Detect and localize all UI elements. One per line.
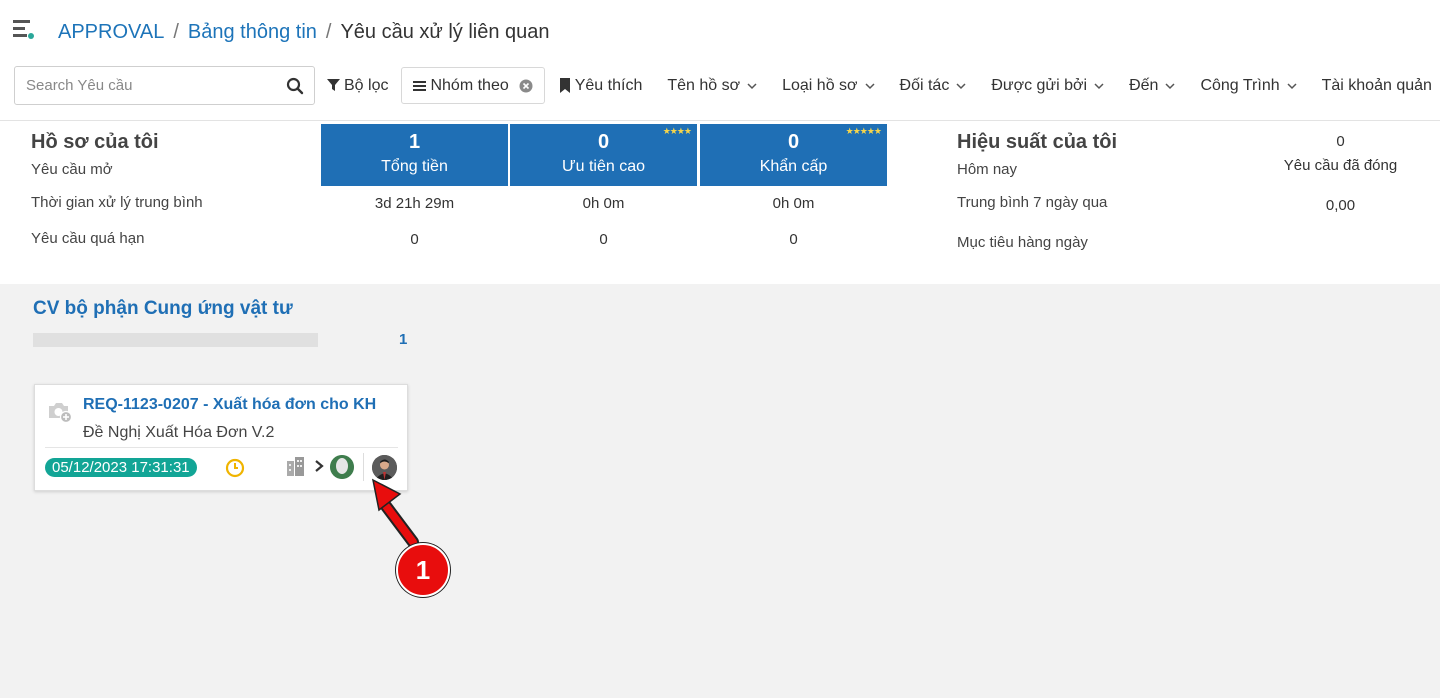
group-by-label: Nhóm theo (430, 76, 509, 94)
chevron-down-icon (956, 82, 966, 89)
search-icon[interactable] (286, 77, 304, 95)
filter-button[interactable]: Bộ lọc (327, 77, 388, 95)
dropdown-label: Được gửi bởi (991, 76, 1088, 94)
overdue-urgent[interactable]: 0 (700, 231, 887, 248)
perf-label-target: Mục tiêu hàng ngày (957, 234, 1088, 251)
column-title[interactable]: CV bộ phận Cung ứng vật tư (33, 298, 293, 320)
kanban-board: CV bộ phận Cung ứng vật tư 1 REQ-1123-02… (0, 284, 1440, 698)
closed-label: Yêu cầu đã đóng (1283, 157, 1398, 174)
control-panel: APPROVAL / Bảng thông tin / Yêu cầu xử l… (0, 0, 1440, 121)
dropdown-label: Công Trình (1200, 76, 1280, 94)
chevron-down-icon (1165, 82, 1175, 89)
camera-add-icon (49, 403, 73, 424)
column-count: 1 (399, 331, 408, 348)
breadcrumb-current: Yêu cầu xử lý liên quan (340, 21, 550, 43)
dropdown-ten-ho-so[interactable]: Tên hồ sơ (667, 77, 757, 95)
perf-label-7days: Trung bình 7 ngày qua (957, 194, 1108, 211)
tile-label: Ưu tiên cao (561, 158, 646, 175)
dropdown-label: Tài khoản quản (1321, 76, 1432, 94)
card-title[interactable]: REQ-1123-0207 - Xuất hóa đơn cho KH (83, 396, 376, 414)
priority-stars: ★★★★★ (845, 126, 882, 136)
perf-label-today: Hôm nay (957, 161, 1018, 178)
priority-stars: ★★★★ (662, 126, 692, 136)
chevron-right-icon (315, 460, 324, 472)
remove-facet-icon[interactable] (519, 79, 533, 93)
search-box (14, 66, 315, 105)
dropdown-label: Tên hồ sơ (667, 76, 741, 94)
tile-count: 1 (408, 131, 421, 153)
overdue-high[interactable]: 0 (510, 231, 697, 248)
row-label-overdue: Yêu cầu quá hạn (31, 230, 145, 247)
filter-icon (327, 79, 340, 91)
closed-count: 0 (1336, 133, 1345, 150)
dropdown-doi-tac[interactable]: Đối tác (900, 77, 967, 95)
performance-title: Hiệu suất của tôi (957, 131, 1118, 153)
bookmark-icon (559, 78, 570, 93)
tile-total[interactable]: 1 Tổng tiền (321, 124, 508, 186)
chevron-down-icon (1287, 82, 1297, 89)
search-toolbar: Bộ lọc Nhóm theo Yêu thích Tên hồ sơ Loạ… (327, 66, 1440, 105)
breadcrumb: APPROVAL / Bảng thông tin / Yêu cầu xử l… (58, 21, 550, 44)
filter-label: Bộ lọc (344, 76, 389, 94)
avg-time-high[interactable]: 0h 0m (510, 195, 697, 212)
tile-urgent[interactable]: ★★★★★ 0 Khẩn cấp (700, 124, 887, 186)
dashboard-panel: Hồ sơ của tôi Yêu cầu mở Thời gian xử lý… (0, 121, 1440, 284)
breadcrumb-separator: / (173, 21, 179, 43)
row-label-open: Yêu cầu mở (31, 161, 113, 178)
dropdown-tai-khoan[interactable]: Tài khoản quản (1322, 77, 1432, 95)
tile-label: Tổng tiền (381, 158, 448, 175)
annotation-arrow (371, 478, 419, 548)
dropdown-cong-trinh[interactable]: Công Trình (1200, 76, 1297, 95)
deadline-badge: 05/12/2023 17:31:31 (45, 458, 197, 477)
card-subtitle: Đề Nghị Xuất Hóa Đơn V.2 (83, 424, 275, 441)
breadcrumb-approval[interactable]: APPROVAL (58, 21, 164, 44)
kanban-card[interactable]: REQ-1123-0207 - Xuất hóa đơn cho KH Đề N… (34, 384, 408, 491)
chevron-down-icon (1094, 82, 1104, 89)
dropdown-loai-ho-so[interactable]: Loại hồ sơ (782, 76, 875, 95)
avg-7days-value: 0,00 (1325, 197, 1356, 214)
chevron-down-icon (747, 82, 757, 89)
row-label-avg-time: Thời gian xử lý trung bình (31, 194, 203, 211)
menu-icon[interactable] (13, 19, 35, 41)
my-files-title: Hồ sơ của tôi (31, 131, 159, 153)
breadcrumb-separator: / (325, 21, 332, 43)
buildings-icon (287, 457, 304, 476)
tile-high-priority[interactable]: ★★★★ 0 Ưu tiên cao (510, 124, 697, 186)
clock-icon[interactable] (225, 458, 245, 478)
dropdown-den[interactable]: Đến (1129, 77, 1175, 95)
overdue-total[interactable]: 0 (321, 231, 508, 248)
avg-time-urgent[interactable]: 0h 0m (700, 195, 887, 212)
card-divider (45, 447, 398, 448)
dropdown-duoc-gui-boi[interactable]: Được gửi bởi (991, 77, 1104, 95)
tile-label: Khẩn cấp (759, 158, 828, 175)
avg-time-total[interactable]: 3d 21h 29m (321, 195, 508, 212)
list-icon (413, 80, 427, 91)
dropdown-label: Loại hồ sơ (782, 76, 858, 94)
breadcrumb-dashboard[interactable]: Bảng thông tin (188, 21, 317, 44)
card-footer-separator (363, 453, 364, 481)
favorites-label: Yêu thích (574, 76, 643, 94)
column-progress-bar[interactable] (33, 333, 318, 347)
search-input[interactable] (26, 77, 276, 94)
assignee-avatar[interactable] (330, 455, 354, 479)
user-icon (330, 455, 354, 479)
group-by-facet[interactable]: Nhóm theo (401, 67, 545, 104)
favorites-button[interactable]: Yêu thích (559, 76, 643, 95)
annotation-badge: 1 (396, 543, 450, 597)
dropdown-label: Đến (1129, 76, 1159, 94)
chevron-down-icon (865, 82, 875, 89)
dropdown-label: Đối tác (899, 76, 950, 94)
